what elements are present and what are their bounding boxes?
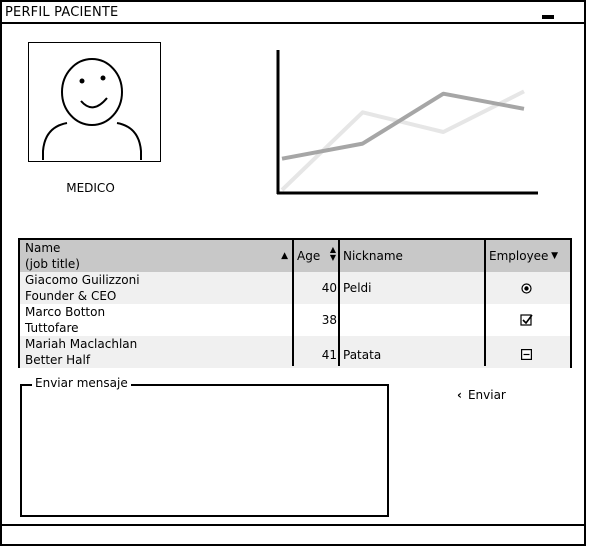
employee-age: 41 xyxy=(321,348,337,362)
checkbox-checked-icon[interactable] xyxy=(520,313,534,327)
header-age-label: Age xyxy=(297,249,321,263)
employee-title: Better Half xyxy=(25,353,91,367)
employee-cell xyxy=(486,272,570,304)
nickname-cell xyxy=(340,304,486,336)
employee-name: Marco Botton xyxy=(25,305,106,319)
dropdown-arrow-icon: ▼ xyxy=(551,251,558,261)
employee-age: 38 xyxy=(321,313,337,327)
status-bar xyxy=(2,524,584,544)
employee-title: Tuttofare xyxy=(25,321,79,335)
column-divider xyxy=(292,240,294,366)
nickname-cell: Patata xyxy=(340,336,486,368)
radio-selected-icon[interactable] xyxy=(521,283,532,294)
name-cell: Giacomo Guilizzoni Founder & CEO xyxy=(20,272,294,304)
column-divider xyxy=(484,240,486,366)
avatar xyxy=(28,42,161,162)
table-row[interactable]: Marco Botton Tuttofare 38 xyxy=(20,304,570,336)
column-header-name[interactable]: Name (job title) ▲ xyxy=(20,240,294,272)
header-job-title-label: (job title) xyxy=(25,257,80,271)
employee-name: Giacomo Guilizzoni xyxy=(25,273,140,287)
table-row[interactable]: Mariah Maclachlan Better Half 41 Patata xyxy=(20,336,570,368)
employee-name: Mariah Maclachlan xyxy=(25,337,138,351)
line-chart xyxy=(276,50,538,195)
send-button[interactable]: ‹ Enviar xyxy=(457,388,506,402)
column-header-age[interactable]: Age ▲ ▼ xyxy=(294,240,340,272)
nickname-cell: Peldi xyxy=(340,272,486,304)
message-textarea[interactable]: Enviar mensaje xyxy=(20,376,389,517)
employee-nickname: Patata xyxy=(343,348,382,362)
window-title: PERFIL PACIENTE xyxy=(5,5,119,20)
employee-title: Founder & CEO xyxy=(25,289,117,303)
table-row[interactable]: Giacomo Guilizzoni Founder & CEO 40 Peld… xyxy=(20,272,570,304)
send-button-label: Enviar xyxy=(467,388,506,402)
employee-age: 40 xyxy=(321,281,337,295)
column-header-nickname[interactable]: Nickname xyxy=(340,240,486,272)
column-divider xyxy=(338,240,340,366)
column-header-employee[interactable]: Employee ▼ xyxy=(486,240,570,272)
employee-cell xyxy=(486,304,570,336)
header-nickname-label: Nickname xyxy=(343,249,403,263)
employee-table: Name (job title) ▲ Age ▲ ▼ Nickname Emplo… xyxy=(18,238,572,368)
role-label: MEDICO xyxy=(66,181,115,195)
message-field-label: Enviar mensaje xyxy=(32,376,131,390)
employee-nickname: Peldi xyxy=(343,281,372,295)
table-header: Name (job title) ▲ Age ▲ ▼ Nickname Emplo… xyxy=(20,240,570,272)
age-cell: 38 xyxy=(294,304,340,336)
patient-profile-window: PERFIL PACIENTE MEDICO Name (job title) … xyxy=(0,0,586,546)
name-cell: Mariah Maclachlan Better Half xyxy=(20,336,294,368)
name-cell: Marco Botton Tuttofare xyxy=(20,304,294,336)
header-employee-label: Employee xyxy=(489,249,549,263)
age-cell: 41 xyxy=(294,336,340,368)
minimize-button[interactable] xyxy=(542,15,554,19)
header-name-label: Name xyxy=(25,241,61,255)
sort-toggle-icon: ▲ ▼ xyxy=(329,245,336,262)
series-line-2 xyxy=(281,91,525,161)
user-face-icon xyxy=(42,58,142,160)
chevron-left-icon: ‹ xyxy=(457,388,462,402)
age-cell: 40 xyxy=(294,272,340,304)
title-bar: PERFIL PACIENTE xyxy=(2,2,584,24)
employee-cell xyxy=(486,336,570,368)
series-line-1 xyxy=(280,89,525,192)
collapse-box-icon[interactable] xyxy=(521,349,532,360)
sort-ascending-icon: ▲ xyxy=(281,251,288,261)
